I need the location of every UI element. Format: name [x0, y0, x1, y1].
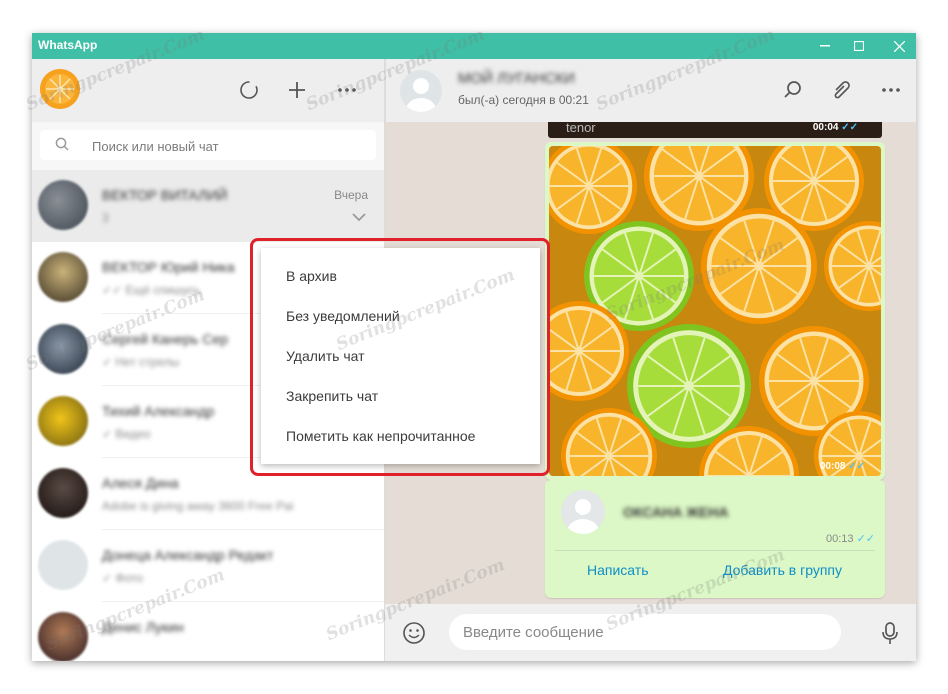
- attach-button[interactable]: [828, 77, 854, 103]
- conversation-header: МОЙ ЛУГАНСКИ был(-а) сегодня в 00:21: [385, 59, 916, 122]
- avatar: [38, 396, 88, 446]
- window-title: WhatsApp: [38, 38, 98, 52]
- avatar: [38, 252, 88, 302]
- maximize-icon: [854, 41, 864, 51]
- conversation-menu-button[interactable]: [878, 77, 904, 103]
- default-avatar-icon: [400, 70, 442, 112]
- chat-item[interactable]: ВЕКТОР ВИТАЛИЙ 3 Вчера: [32, 170, 384, 242]
- contact-name[interactable]: МОЙ ЛУГАНСКИ: [458, 70, 575, 87]
- search-box[interactable]: [40, 130, 376, 160]
- divider: [555, 550, 875, 551]
- chat-name: Тихий Александр: [102, 403, 215, 419]
- menu-item-mute[interactable]: Без уведомлений: [261, 296, 540, 336]
- composer-bar: [385, 604, 916, 661]
- contact-avatar[interactable]: [400, 70, 442, 112]
- read-ticks-icon: ✓✓: [856, 533, 875, 545]
- chat-name: ВЕКТОР ВИТАЛИЙ: [102, 187, 228, 203]
- avatar: [38, 540, 88, 590]
- title-bar: WhatsApp: [32, 33, 916, 59]
- search-icon: [784, 81, 801, 98]
- minimize-icon: [820, 45, 830, 47]
- menu-item-pin-chat[interactable]: Закрепить чат: [261, 376, 540, 416]
- chat-snippet: ✓ Фото: [102, 571, 143, 585]
- minimize-button[interactable]: [808, 33, 842, 59]
- search-icon: [55, 137, 69, 151]
- chat-context-menu: В архив Без уведомлений Удалить чат Закр…: [261, 248, 540, 464]
- chat-item[interactable]: Донеца Александр Редакт ✓ Фото: [32, 530, 384, 602]
- chevron-down-icon[interactable]: [350, 208, 368, 226]
- chat-name: Донеца Александр Редакт: [102, 547, 274, 563]
- chat-snippet: Adobe is giving away 3600 Free Pai: [102, 499, 294, 513]
- chat-name: ВЕКТОР Юрий Ника: [102, 259, 235, 275]
- write-button[interactable]: Написать: [587, 562, 648, 578]
- read-ticks-icon: ✓✓: [848, 461, 865, 472]
- status-button[interactable]: [236, 77, 262, 103]
- profile-avatar[interactable]: [40, 69, 80, 109]
- left-header: [32, 59, 384, 122]
- gif-time-wrap: 00:04 ✓✓: [813, 122, 858, 133]
- new-chat-icon: [289, 82, 305, 98]
- search-bar: [32, 122, 384, 170]
- orange-slice-avatar-image: [40, 69, 80, 109]
- emoji-icon[interactable]: [401, 620, 427, 646]
- menu-item-archive[interactable]: В архив: [261, 256, 540, 296]
- image-message[interactable]: 00:08 ✓✓: [545, 142, 885, 480]
- message-time: 00:08: [819, 461, 846, 472]
- attach-icon: [834, 81, 850, 99]
- default-avatar-icon: [561, 490, 605, 534]
- contact-card-name: ОКСАНА ЖЕНА: [623, 504, 729, 520]
- image-time-wrap: 00:08 ✓✓: [820, 461, 865, 472]
- chat-snippet: 3: [102, 211, 109, 225]
- gif-label: tenor: [566, 122, 596, 135]
- chat-name: Денис Лукин: [102, 619, 184, 635]
- contact-card-message: ОКСАНА ЖЕНА 00:13 ✓✓ Написать Добавить в…: [545, 480, 885, 598]
- status-icon: [240, 81, 258, 99]
- contact-status: был(-а) сегодня в 00:21: [458, 93, 589, 107]
- gif-message[interactable]: tenor 00:04 ✓✓: [548, 122, 882, 138]
- chat-snippet: ✓✓ Ещё спишусь: [102, 283, 201, 297]
- search-input[interactable]: [90, 136, 364, 156]
- avatar: [38, 612, 88, 661]
- microphone-icon[interactable]: [877, 620, 903, 646]
- close-icon: [893, 40, 905, 52]
- menu-item-mark-unread[interactable]: Пометить как непрочитанное: [261, 416, 540, 456]
- chat-item[interactable]: Денис Лукин: [32, 602, 384, 661]
- contact-card-time-wrap: 00:13 ✓✓: [826, 532, 875, 545]
- menu-icon: [338, 88, 356, 92]
- contact-card-avatar: [561, 490, 605, 534]
- close-button[interactable]: [882, 33, 916, 59]
- read-ticks-icon: ✓✓: [841, 122, 858, 133]
- chat-time: Вчера: [334, 188, 368, 202]
- message-input[interactable]: [449, 614, 841, 650]
- citrus-slices-image: [549, 146, 881, 476]
- menu-item-delete-chat[interactable]: Удалить чат: [261, 336, 540, 376]
- add-to-group-button[interactable]: Добавить в группу: [723, 562, 842, 578]
- message-time: 00:04: [812, 122, 839, 133]
- chat-snippet: ✓ Видео: [102, 427, 151, 441]
- avatar: [38, 180, 88, 230]
- search-messages-button[interactable]: [780, 77, 806, 103]
- maximize-button[interactable]: [842, 33, 876, 59]
- left-menu-button[interactable]: [334, 77, 360, 103]
- chat-name: Сергей Канерь Сер: [102, 331, 229, 347]
- new-chat-button[interactable]: [284, 77, 310, 103]
- chat-name: Алеся Дина: [102, 475, 179, 491]
- menu-icon: [882, 88, 900, 92]
- message-time: 00:13: [825, 533, 854, 545]
- chat-snippet: ✓ Нет стрелы: [102, 355, 180, 369]
- avatar: [38, 468, 88, 518]
- avatar: [38, 324, 88, 374]
